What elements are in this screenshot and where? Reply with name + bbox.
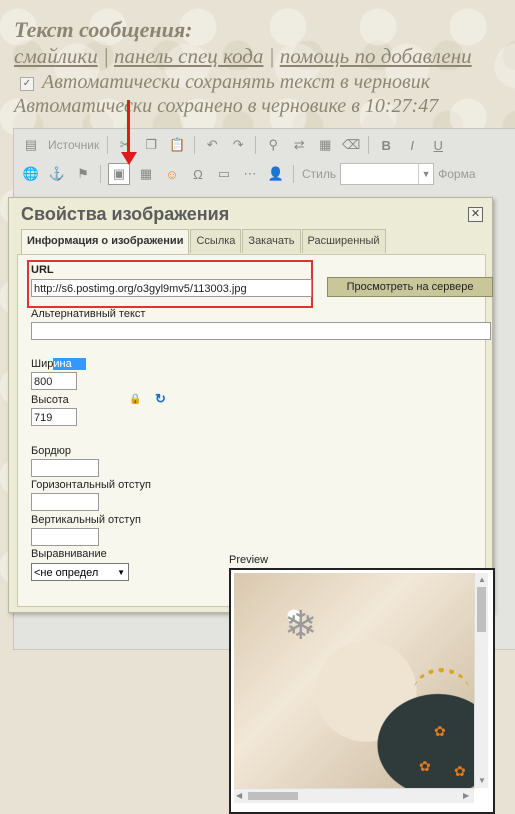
remove-format-icon[interactable]: ⌫: [341, 135, 361, 155]
autosave-status: Автоматически сохранено в черновике в 10…: [14, 95, 439, 117]
toolbar-divider: [255, 136, 257, 154]
image-properties-dialog: Свойства изображения ✕ Информация о изоб…: [8, 197, 495, 814]
find-icon[interactable]: ⚲: [263, 135, 283, 155]
alt-text-input[interactable]: [31, 322, 491, 340]
tab-upload[interactable]: Закачать: [242, 229, 301, 253]
bold-button[interactable]: B: [376, 135, 396, 155]
reset-size-icon[interactable]: ↻: [155, 391, 166, 407]
globe-icon[interactable]: 🌐: [21, 164, 41, 184]
image-info-panel: URL http://s6.postimg.org/o3gyl9mv5/1130…: [17, 254, 495, 814]
image-icon[interactable]: ▣: [108, 163, 130, 185]
vspace-label: Вертикальный отступ: [31, 514, 141, 526]
undo-icon[interactable]: ↶: [202, 135, 222, 155]
message-title: Текст сообщения:: [14, 17, 193, 42]
scrollbar-thumb[interactable]: [477, 587, 486, 632]
smileys-link[interactable]: смайлики: [14, 44, 98, 68]
gold-beads: [414, 668, 469, 713]
autosave-checkbox[interactable]: ✓: [20, 77, 34, 91]
table-icon[interactable]: ▦: [136, 164, 156, 184]
width-label-text: Шир: [31, 358, 54, 370]
redo-icon[interactable]: ↷: [228, 135, 248, 155]
scroll-down-icon[interactable]: ▼: [478, 776, 486, 785]
preview-horizontal-scrollbar[interactable]: ◀ ▶: [234, 788, 474, 803]
source-label[interactable]: Источник: [48, 138, 99, 152]
preview-label: Preview: [229, 554, 269, 566]
scroll-up-icon[interactable]: ▲: [478, 575, 486, 584]
toolbar-divider: [194, 136, 196, 154]
toolbar-divider: [368, 136, 370, 154]
vspace-input[interactable]: [31, 528, 99, 546]
toolbar-divider: [100, 165, 101, 183]
special-code-link[interactable]: панель спец кода: [114, 44, 263, 68]
width-label-selection: ина: [53, 358, 86, 370]
alt-text-label: Альтернативный текст: [31, 308, 146, 320]
tab-link[interactable]: Ссылка: [190, 229, 242, 253]
scroll-left-icon[interactable]: ◀: [236, 791, 242, 800]
italic-button[interactable]: I: [402, 135, 422, 155]
toolbar-row-2: 🌐 ⚓ ⚑ ▣ ▦ ☺ Ω ▭ ⋯ 👤 Стиль ▼ Форма: [18, 160, 480, 188]
smiley-icon[interactable]: ☺: [162, 164, 182, 184]
annotation-arrow-shaft: [127, 100, 130, 157]
flag-icon[interactable]: ⚑: [73, 164, 93, 184]
dialog-tabs: Информация о изображении Ссылка Закачать…: [21, 229, 387, 254]
align-label: Выравнивание: [31, 548, 107, 560]
orange-flower: ✿: [454, 763, 466, 779]
special-char-icon[interactable]: Ω: [188, 164, 208, 184]
hspace-input[interactable]: [31, 493, 99, 511]
border-label: Бордюр: [31, 445, 71, 457]
user-icon[interactable]: 👤: [266, 164, 286, 184]
autosave-label: Автоматически сохранять текст в черновик: [42, 71, 431, 93]
lock-ratio-icon[interactable]: 🔒: [129, 394, 141, 405]
page-break-icon[interactable]: ⋯: [240, 164, 260, 184]
style-dropdown[interactable]: ▼: [340, 163, 435, 185]
underline-button[interactable]: U: [428, 135, 448, 155]
height-input[interactable]: 719: [31, 408, 77, 426]
horizontal-rule-icon[interactable]: ▭: [214, 164, 234, 184]
style-label: Стиль: [302, 167, 337, 181]
dialog-title: Свойства изображения: [21, 204, 230, 224]
anchor-icon[interactable]: ⚓: [47, 164, 67, 184]
scrollbar-thumb[interactable]: [248, 792, 298, 800]
toolbar-divider: [293, 165, 294, 183]
border-input[interactable]: [31, 459, 99, 477]
replace-icon[interactable]: ⇄: [289, 135, 309, 155]
width-input[interactable]: 800: [31, 372, 77, 390]
tab-advanced[interactable]: Расширенный: [301, 229, 386, 253]
helper-links: смайлики | панель спец кода | помощь по …: [14, 44, 472, 69]
url-label: URL: [31, 264, 54, 276]
height-label: Высота: [31, 394, 69, 406]
source-icon[interactable]: ▤: [21, 135, 41, 155]
link-separator: |: [102, 44, 109, 68]
select-all-icon[interactable]: ▦: [315, 135, 335, 155]
preview-image: ❄ ✿ ✿ ✿: [234, 573, 474, 788]
url-input[interactable]: http://s6.postimg.org/o3gyl9mv5/113003.j…: [31, 279, 312, 297]
chevron-down-icon: ▼: [117, 568, 125, 577]
orange-flower: ✿: [434, 723, 446, 739]
link-separator: |: [268, 44, 275, 68]
toolbar-row-1: ▤ Источник ✂ ❐ 📋 ↶ ↷ ⚲ ⇄ ▦ ⌫ B I U: [18, 131, 451, 159]
orange-flower: ✿: [419, 758, 431, 774]
annotation-arrow-head: [121, 152, 137, 165]
paste-icon[interactable]: 📋: [167, 135, 187, 155]
scroll-right-icon[interactable]: ▶: [463, 791, 469, 800]
help-link[interactable]: помощь по добавлени: [280, 44, 472, 68]
align-select[interactable]: <не определ ▼: [31, 563, 129, 581]
hspace-label: Горизонтальный отступ: [31, 479, 151, 491]
chevron-down-icon: ▼: [418, 164, 433, 184]
align-select-value: <не определ: [34, 567, 99, 579]
autosave-row: ✓ Автоматически сохранять текст в чернови…: [20, 71, 430, 94]
snowflake-ornament: ❄: [284, 604, 318, 648]
format-label: Форма: [438, 167, 476, 181]
width-label: Ширина: [31, 358, 86, 370]
browse-server-button[interactable]: Просмотреть на сервере: [327, 277, 493, 297]
preview-vertical-scrollbar[interactable]: ▲ ▼: [474, 573, 488, 788]
tab-image-info[interactable]: Информация о изображении: [21, 229, 190, 254]
copy-icon[interactable]: ❐: [141, 135, 161, 155]
toolbar-divider: [107, 136, 109, 154]
close-icon[interactable]: ✕: [468, 207, 483, 222]
preview-box: ❄ ✿ ✿ ✿ ▲ ▼ ◀ ▶: [229, 568, 495, 814]
